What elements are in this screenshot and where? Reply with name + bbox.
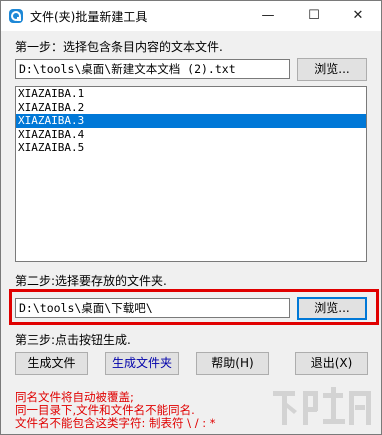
generate-folders-button[interactable]: 生成文件夹 [105, 352, 179, 375]
watermark-logo [273, 387, 371, 425]
app-icon [9, 9, 23, 23]
list-item[interactable]: XIAZAIBA.5 [16, 141, 366, 155]
window-title: 文件(夹)批量新建工具 [30, 10, 148, 24]
exit-button[interactable]: 退出(X) [295, 352, 368, 375]
title-bar[interactable]: 文件(夹)批量新建工具 — ☐ ✕ [1, 1, 381, 31]
browse-folder-button[interactable]: 浏览... [297, 297, 367, 320]
target-folder-path-field[interactable]: D:\tools\桌面\下载吧\ [15, 298, 290, 318]
maximize-button[interactable]: ☐ [291, 1, 337, 31]
app-window: 文件(夹)批量新建工具 — ☐ ✕ 第一步：选择包含条目内容的文本文件. D:\… [0, 0, 382, 435]
source-file-path-field[interactable]: D:\tools\桌面\新建文本文档 (2).txt [15, 59, 290, 79]
list-item-selected[interactable]: XIAZAIBA.3 [16, 114, 366, 128]
list-item[interactable]: XIAZAIBA.2 [16, 101, 366, 115]
step2-label: 第二步:选择要存放的文件夹. [15, 274, 167, 288]
list-item[interactable]: XIAZAIBA.4 [16, 128, 366, 142]
list-item[interactable]: XIAZAIBA.1 [16, 87, 366, 101]
items-listbox[interactable]: XIAZAIBA.1 XIAZAIBA.2 XIAZAIBA.3 XIAZAIB… [15, 86, 367, 262]
step1-label: 第一步：选择包含条目内容的文本文件. [15, 40, 223, 54]
warning-line-3: 文件名不能包含这类字符: 制表符 \ / : * [15, 416, 216, 430]
browse-file-button[interactable]: 浏览... [297, 58, 367, 81]
step3-label: 第三步:点击按钮生成. [15, 333, 131, 347]
help-button[interactable]: 帮助(H) [196, 352, 269, 375]
close-button[interactable]: ✕ [335, 1, 381, 31]
minimize-button[interactable]: — [245, 1, 291, 31]
generate-files-button[interactable]: 生成文件 [15, 352, 88, 375]
